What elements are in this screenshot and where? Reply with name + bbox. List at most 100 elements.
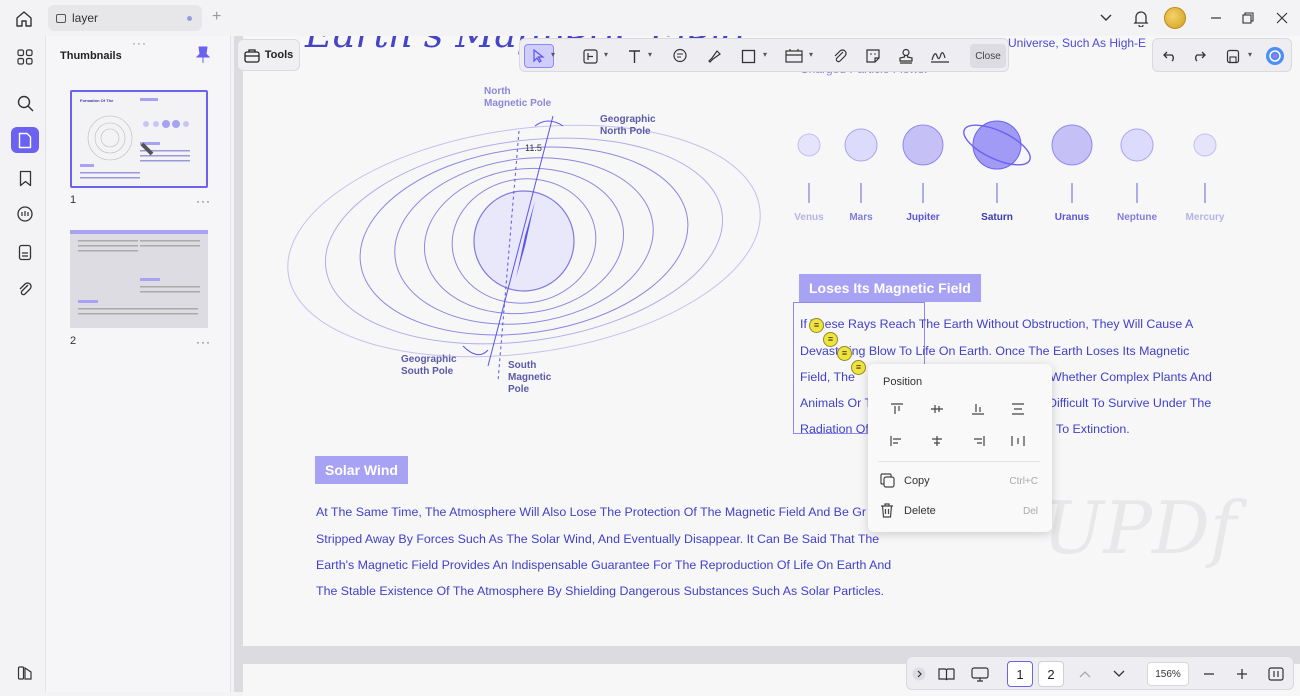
page-layout-button[interactable]	[935, 662, 957, 686]
thumbnails-button[interactable]	[11, 127, 39, 153]
chevron-right-icon	[912, 667, 926, 681]
thumbnail-more-button[interactable]: ···	[196, 335, 211, 349]
panel-drag-handle[interactable]: ···	[132, 36, 147, 50]
search-button[interactable]	[11, 90, 39, 116]
notifications-button[interactable]	[1130, 6, 1152, 30]
align-bottom-icon	[972, 404, 984, 415]
minimize-button[interactable]	[1206, 6, 1226, 30]
page-button-1[interactable]: 1	[1007, 661, 1033, 687]
previous-page-button[interactable]	[1075, 662, 1095, 686]
table-icon	[785, 48, 803, 63]
document-tab[interactable]: layer	[48, 5, 202, 31]
highlight-tool[interactable]	[702, 44, 726, 68]
north-magnetic-pole-label: North Magnetic Pole	[484, 86, 552, 109]
comment-marker[interactable]: ≡	[851, 360, 866, 375]
save-button[interactable]	[1221, 44, 1245, 68]
page-icon	[18, 132, 32, 148]
align-middle-button[interactable]	[927, 400, 947, 418]
chevron-down-icon[interactable]: ▾	[551, 50, 555, 59]
align-right-icon	[974, 436, 985, 446]
redo-button[interactable]	[1187, 44, 1211, 68]
user-avatar[interactable]	[1164, 7, 1186, 29]
align-bottom-button[interactable]	[968, 400, 988, 418]
attachment-button[interactable]	[11, 276, 39, 302]
chevron-down-icon[interactable]: ▾	[648, 50, 652, 59]
close-toolbar-button[interactable]: Close	[970, 44, 1006, 68]
presentation-button[interactable]	[969, 662, 991, 686]
zoom-out-button[interactable]	[1199, 662, 1219, 686]
distribute-horizontal-icon	[1011, 436, 1025, 446]
distribute-horizontal-button[interactable]	[1008, 432, 1028, 450]
copy-shortcut: Ctrl+C	[1009, 475, 1038, 487]
attach-tool[interactable]	[828, 44, 852, 68]
chevron-down-icon[interactable]: ▾	[763, 50, 767, 59]
bookmarks-button[interactable]	[11, 165, 39, 191]
comments-button[interactable]	[11, 201, 39, 227]
comment-marker[interactable]: ≡	[837, 346, 852, 361]
text-box-tool[interactable]	[578, 44, 602, 68]
unsaved-dot	[187, 16, 192, 21]
chevron-down-icon[interactable]: ▾	[809, 50, 813, 59]
planet-label: Neptune	[1117, 212, 1157, 223]
next-page-button[interactable]	[1109, 662, 1129, 686]
distribute-vertical-button[interactable]	[1008, 400, 1028, 418]
delete-menu-item[interactable]: Delete Del	[878, 498, 1042, 524]
align-right-button[interactable]	[968, 432, 988, 450]
select-tool[interactable]	[524, 44, 554, 68]
home-icon	[16, 10, 32, 27]
menu-divider	[878, 461, 1040, 462]
fit-page-button[interactable]	[1265, 662, 1287, 686]
restore-button[interactable]	[1238, 6, 1258, 30]
collapse-bar-button[interactable]	[911, 662, 927, 686]
planet-label: Mercury	[1185, 212, 1225, 223]
panel-splitter[interactable]	[234, 36, 243, 692]
text-tool[interactable]	[622, 44, 646, 68]
comment-marker[interactable]: ≡	[809, 318, 824, 333]
home-button[interactable]	[12, 7, 36, 29]
chevron-down-icon[interactable]: ▾	[604, 50, 608, 59]
apps-button[interactable]	[11, 44, 39, 70]
copy-icon	[880, 473, 895, 488]
pin-button[interactable]	[195, 46, 212, 64]
thumbnail-more-button[interactable]: ···	[196, 194, 211, 208]
tools-button[interactable]: Tools	[237, 39, 300, 71]
thumbnail-number: 2	[70, 335, 77, 347]
close-window-button[interactable]	[1272, 6, 1292, 30]
zoom-level[interactable]: 156%	[1147, 662, 1189, 686]
align-center-button[interactable]	[927, 432, 947, 450]
chevron-down-icon[interactable]: ▾	[1248, 50, 1252, 59]
layers-button[interactable]	[11, 660, 39, 686]
copy-menu-item[interactable]: Copy Ctrl+C	[878, 468, 1042, 494]
align-left-icon	[890, 436, 901, 446]
marker-icon	[708, 50, 721, 63]
stamp-button[interactable]	[894, 44, 918, 68]
planet-label: Uranus	[1054, 212, 1090, 223]
undo-button[interactable]	[1158, 44, 1182, 68]
align-left-button[interactable]	[887, 432, 907, 450]
ai-assistant-button[interactable]	[1263, 44, 1287, 68]
document-page[interactable]: Earth's Magnetic Field Universe, Such As…	[243, 36, 1300, 646]
thumbnail-preview	[70, 230, 208, 328]
title-bar: layer +	[0, 0, 1300, 36]
presentation-icon	[971, 666, 989, 682]
thumbnails-panel: ··· Thumbnails Formation Of The 1 ··· 2 …	[45, 36, 231, 692]
thumbnail-page-2[interactable]	[70, 230, 208, 328]
new-tab-button[interactable]: +	[212, 8, 221, 26]
comment-marker[interactable]: ≡	[823, 332, 838, 347]
comment-tool[interactable]	[668, 44, 692, 68]
attachments-panel-button[interactable]	[11, 239, 39, 265]
dropdown-button[interactable]	[1096, 6, 1116, 30]
align-top-button[interactable]	[887, 400, 907, 418]
stamp-tool[interactable]	[782, 44, 806, 68]
paperclip-icon	[19, 282, 32, 296]
geographic-north-pole-label: Geographic North Pole	[600, 114, 656, 137]
signature-tool[interactable]	[928, 44, 952, 68]
sticker-tool[interactable]	[861, 44, 885, 68]
geographic-south-pole-label: Geographic South Pole	[401, 354, 457, 377]
zoom-in-button[interactable]	[1232, 662, 1252, 686]
page-button-2[interactable]: 2	[1038, 661, 1064, 687]
thumbnail-page-1[interactable]: Formation Of The	[70, 90, 208, 188]
context-menu: Position Copy Ctrl+C Delete Del	[868, 364, 1052, 532]
watermark: UPDf	[1043, 486, 1237, 570]
shape-tool[interactable]	[736, 44, 760, 68]
